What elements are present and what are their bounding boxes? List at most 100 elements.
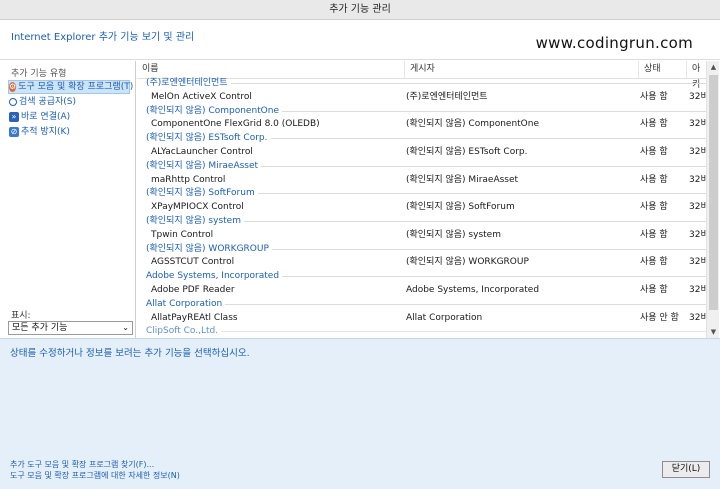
addon-architecture: 32비 — [689, 285, 706, 295]
addon-architecture: 32비 — [689, 147, 706, 157]
detail-pane: 상태를 수정하거나 정보를 보려는 추가 기능을 선택하십시오. — [0, 338, 720, 451]
sidebar-item-label: 도구 모음 및 확장 프로그램(T) — [18, 82, 134, 92]
publisher-group-name: Adobe Systems, Incorporated — [146, 271, 280, 282]
addon-publisher: (확인되지 않음) SoftForum — [406, 202, 515, 213]
addon-publisher: (확인되지 않음) system — [406, 229, 501, 240]
close-button[interactable]: 닫기(L) — [662, 461, 710, 478]
addon-row[interactable]: maRhttp Control (확인되지 않음) MiraeAsset 사용 함 3… — [137, 173, 706, 187]
addon-publisher: Adobe Systems, Incorporated — [406, 285, 540, 295]
addon-row[interactable]: Tpwin Control (확인되지 않음) system 사용 함 32비 — [137, 228, 706, 242]
table-scrollbar[interactable]: ▲ ▼ — [706, 61, 719, 338]
publisher-group-header: (확인되지 않음) WORKGROUP — [137, 242, 706, 256]
sidebar-item-tracking-protection[interactable]: ⊘ 추적 방지(K) — [9, 125, 70, 139]
addon-name: ALYacLauncher Control — [151, 147, 253, 157]
window-title: 추가 기능 관리 — [0, 0, 720, 20]
addon-status: 사용 함 — [640, 147, 668, 157]
addon-row[interactable]: Adobe PDF Reader Adobe Systems, Incorpora… — [137, 283, 706, 297]
publisher-group-header: Allat Corporation — [137, 297, 706, 311]
addon-status: 사용 함 — [640, 257, 668, 268]
addon-name: XPayMPIOCX Control — [151, 202, 244, 213]
publisher-group-name: Allat Corporation — [146, 298, 223, 309]
addon-row[interactable]: AllatPayREAtl Class Allat Corporation 사용 안… — [137, 311, 706, 325]
scroll-up-icon[interactable]: ▲ — [707, 61, 720, 73]
addon-architecture: 32비 — [689, 202, 706, 213]
addon-row[interactable]: ALYacLauncher Control (확인되지 않음) ESTsoft C… — [137, 145, 706, 159]
addon-name: Adobe PDF Reader — [151, 285, 235, 295]
addon-publisher: (확인되지 않음) WORKGROUP — [406, 257, 529, 268]
addon-architecture: 32비 — [689, 312, 706, 323]
watermark: www.codingrun.com — [535, 34, 693, 52]
publisher-group-name: (확인되지 않음) ESTsoft Corp. — [146, 133, 268, 144]
group-divider — [282, 276, 706, 278]
addon-publisher: (확인되지 않음) ESTsoft Corp. — [406, 147, 528, 157]
publisher-group-header: (주)로엔엔터테인먼트 — [137, 76, 706, 90]
publisher-group-header: Adobe Systems, Incorporated — [137, 269, 706, 283]
sidebar-item-label: 추적 방지(K) — [21, 127, 70, 137]
group-divider — [258, 193, 706, 195]
publisher-group-header: (확인되지 않음) ESTsoft Corp. — [137, 131, 706, 145]
sidebar-item-toolbars-extensions[interactable]: ⚙ 도구 모음 및 확장 프로그램(T) — [8, 80, 134, 94]
addon-name: MelOn ActiveX Control — [151, 91, 252, 102]
addon-status: 사용 함 — [640, 202, 668, 213]
learn-more-toolbars-link[interactable]: 도구 모음 및 확장 프로그램에 대한 자세한 정보(N) — [10, 470, 180, 481]
addon-status: 사용 함 — [640, 285, 668, 295]
addon-publisher: (확인되지 않음) MiraeAsset — [406, 174, 519, 185]
addon-publisher: (주)로엔엔터테인먼트 — [406, 91, 488, 102]
group-divider — [244, 221, 706, 222]
footer: 추가 도구 모음 및 확장 프로그램 찾기(F)... 도구 모음 및 확장 프… — [0, 451, 720, 489]
addon-architecture: 32비 — [689, 257, 706, 268]
addon-type-heading: 추가 기능 유형 — [11, 69, 67, 79]
show-dropdown[interactable]: 모든 추가 기능 ⌄ — [8, 321, 133, 335]
publisher-group-name: (확인되지 않음) MiraeAsset — [146, 160, 259, 171]
addon-row[interactable]: XPayMPIOCX Control (확인되지 않음) SoftForum 사용 … — [137, 200, 706, 214]
publisher-group-name: (주)로엔엔터테인먼트 — [146, 78, 228, 88]
addon-row[interactable]: MelOn ActiveX Control (주)로엔엔터테인먼트 사용 함 32비 — [137, 90, 706, 104]
publisher-group-header: (확인되지 않음) ComponentOne — [137, 104, 706, 118]
addon-architecture: 32비 — [689, 229, 706, 240]
addon-name: maRhttp Control — [151, 174, 226, 185]
group-divider — [225, 303, 706, 305]
addon-type-pane: 추가 기능 유형 ⚙ 도구 모음 및 확장 프로그램(T) 검색 공급자(S) … — [0, 61, 136, 338]
sidebar-item-label: 바로 연결(A) — [21, 112, 71, 122]
scrollbar-thumb[interactable] — [709, 75, 718, 310]
addon-publisher: (확인되지 않음) ComponentOne — [406, 119, 540, 130]
gear-icon: ⚙ — [9, 82, 17, 92]
accelerator-icon: » — [9, 112, 19, 122]
publisher-group-header: (확인되지 않음) SoftForum — [137, 186, 706, 200]
chevron-down-icon: ⌄ — [122, 323, 129, 332]
addon-row[interactable]: AGSSTCUT Control (확인되지 않음) WORKGROUP 사용 함 3… — [137, 255, 706, 269]
header: Internet Explorer 추가 기능 보기 및 관리 www.codi… — [0, 20, 720, 60]
publisher-group-name: ClipSoft Co.,Ltd. — [146, 326, 219, 337]
publisher-group-name: (확인되지 않음) SoftForum — [146, 188, 255, 199]
find-more-toolbars-link[interactable]: 추가 도구 모음 및 확장 프로그램 찾기(F)... — [10, 459, 154, 470]
publisher-group-header: ClipSoft Co.,Ltd. — [137, 324, 706, 338]
publisher-group-name: (확인되지 않음) ComponentOne — [146, 105, 280, 116]
publisher-group-name: (확인되지 않음) WORKGROUP — [146, 243, 269, 254]
publisher-group-name: (확인되지 않음) system — [146, 216, 241, 226]
addon-status: 사용 함 — [640, 91, 668, 102]
addon-status: 사용 안 함 — [640, 312, 679, 323]
addon-architecture: 32비 — [689, 174, 706, 185]
addon-row[interactable]: ComponentOne FlexGrid 8.0 (OLEDB) (확인되지 않… — [137, 117, 706, 131]
group-divider — [282, 110, 706, 112]
tracking-protection-icon: ⊘ — [9, 127, 19, 137]
addon-publisher: Allat Corporation — [406, 312, 483, 323]
addon-name: Tpwin Control — [151, 229, 214, 240]
show-dropdown-value: 모든 추가 기능 — [12, 323, 68, 333]
addon-architecture: 32비 — [689, 91, 706, 102]
addon-table: 이름 게시자 상태 아키 (주)로엔엔터테인먼트 MelOn ActiveX Co… — [137, 61, 706, 338]
page-title: Internet Explorer 추가 기능 보기 및 관리 — [11, 32, 195, 43]
addon-name: AllatPayREAtl Class — [151, 312, 238, 323]
group-divider — [272, 248, 706, 250]
search-icon — [9, 98, 17, 106]
show-label: 표시: — [11, 311, 31, 321]
sidebar-item-search-providers[interactable]: 검색 공급자(S) — [9, 95, 76, 109]
scroll-down-icon[interactable]: ▼ — [707, 326, 720, 338]
group-divider — [271, 138, 706, 140]
detail-message: 상태를 수정하거나 정보를 보려는 추가 기능을 선택하십시오. — [10, 348, 250, 359]
publisher-group-header: (확인되지 않음) system — [137, 214, 706, 228]
sidebar-item-accelerators[interactable]: » 바로 연결(A) — [9, 110, 70, 124]
group-divider — [261, 165, 706, 167]
addon-status: 사용 함 — [640, 174, 668, 185]
group-divider — [231, 83, 706, 84]
